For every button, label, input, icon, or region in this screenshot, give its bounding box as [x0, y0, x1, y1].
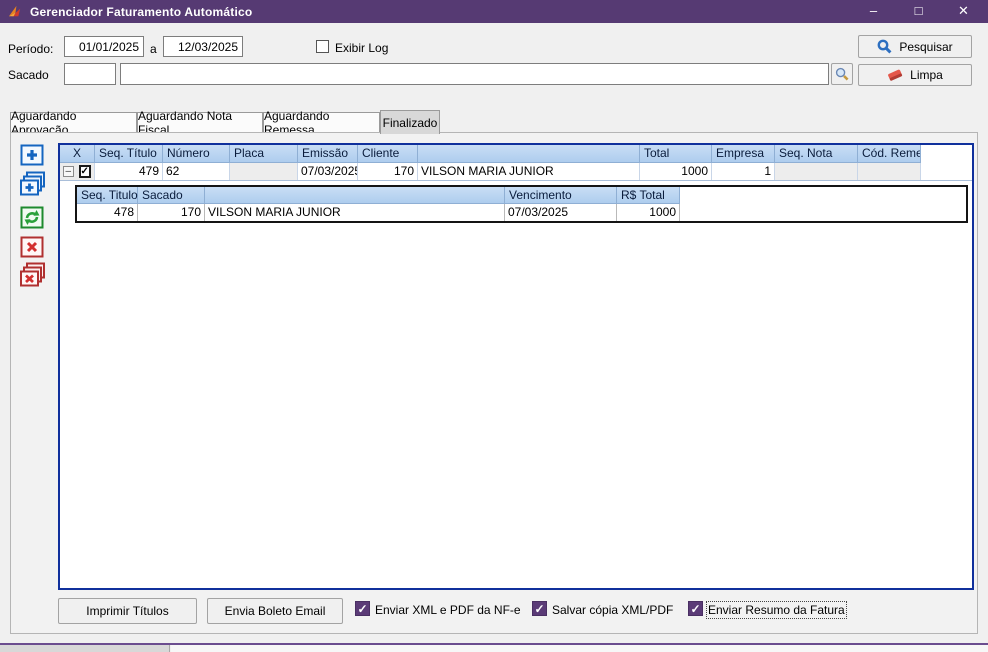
results-grid: X Seq. Título Número Placa Emissão Clien… [58, 143, 974, 590]
enviar-resumo-checkbox[interactable]: ✓ [688, 601, 703, 616]
detail-row[interactable]: 478 170 VILSON MARIA JUNIOR 07/03/2025 1… [77, 204, 966, 221]
detail-cell-vencimento[interactable]: 07/03/2025 [505, 204, 617, 221]
header-seq-nota[interactable]: Seq. Nota [775, 145, 858, 163]
detail-cell-rs-total[interactable]: 1000 [617, 204, 680, 221]
header-numero[interactable]: Número [163, 145, 230, 163]
header-empresa[interactable]: Empresa [712, 145, 775, 163]
detail-header-row: Seq. Titulo Sacado Vencimento R$ Total [77, 187, 966, 204]
statusbar-right-panel [171, 645, 988, 652]
detail-header-vencimento[interactable]: Vencimento [505, 187, 617, 204]
tab-aguardando-aprovacao[interactable]: Aguardando Aprovação [10, 109, 137, 137]
enviar-resumo-label: Enviar Resumo da Fatura [706, 601, 847, 619]
header-cliente-nome[interactable] [418, 145, 640, 163]
cell-emissao[interactable]: 07/03/2025 [298, 163, 358, 180]
period-from-input[interactable] [64, 36, 144, 57]
eraser-icon [888, 69, 903, 81]
detail-header-sacado-nome[interactable] [205, 187, 505, 204]
app-logo-icon [8, 5, 21, 17]
tab-aguardando-remessa[interactable]: Aguardando Remessa [263, 109, 380, 137]
search-icon [877, 39, 892, 54]
detail-header-rs-total[interactable]: R$ Total [617, 187, 680, 204]
application-window: Gerenciador Faturamento Automático – □ ✕… [0, 0, 988, 652]
salvar-copia-label: Salvar cópia XML/PDF [552, 603, 674, 617]
window-title: Gerenciador Faturamento Automático [30, 4, 253, 19]
detail-cell-seq-titulo[interactable]: 478 [77, 204, 138, 221]
sacado-code-input[interactable] [64, 63, 116, 85]
tab-aguardando-nota-fiscal[interactable]: Aguardando Nota Fiscal [137, 109, 263, 137]
exibir-log-checkbox[interactable] [316, 40, 329, 53]
row-checkbox[interactable]: ✓ [78, 165, 91, 178]
salvar-copia-checkbox[interactable]: ✓ [532, 601, 547, 616]
period-label: Período: [8, 42, 54, 56]
pesquisar-button[interactable]: Pesquisar [858, 35, 972, 58]
cell-cod-remessa[interactable] [858, 163, 921, 180]
header-placa[interactable]: Placa [230, 145, 298, 163]
enviar-xml-pdf-label: Enviar XML e PDF da NF-e [375, 603, 521, 617]
refresh-icon[interactable] [18, 203, 46, 231]
sacado-label: Sacado [8, 68, 49, 82]
header-cliente[interactable]: Cliente [358, 145, 418, 163]
collapse-row-icon[interactable]: – [63, 166, 74, 177]
minimize-button[interactable]: – [851, 0, 896, 23]
cell-empresa[interactable]: 1 [712, 163, 775, 180]
pesquisar-label: Pesquisar [899, 39, 953, 54]
delete-record-icon[interactable] [18, 233, 46, 261]
cell-total[interactable]: 1000 [640, 163, 712, 180]
envia-boleto-email-button[interactable]: Envia Boleto Email [207, 598, 343, 624]
tab-finalizado[interactable]: Finalizado [380, 110, 440, 134]
row-select-cell: – ✓ [60, 163, 95, 180]
header-emissao[interactable]: Emissão [298, 145, 358, 163]
detail-header-sacado[interactable]: Sacado [138, 187, 205, 204]
header-seq-titulo[interactable]: Seq. Título [95, 145, 163, 163]
close-button[interactable]: ✕ [941, 0, 986, 23]
grid-header-row: X Seq. Título Número Placa Emissão Clien… [60, 145, 972, 163]
header-total[interactable]: Total [640, 145, 712, 163]
detail-cell-sacado[interactable]: 170 [138, 204, 205, 221]
enviar-xml-pdf-checkbox[interactable]: ✓ [355, 601, 370, 616]
statusbar-left-panel [0, 645, 170, 652]
detail-cell-sacado-nome[interactable]: VILSON MARIA JUNIOR [205, 204, 505, 221]
header-cod-remessa[interactable]: Cód. Remessa [858, 145, 921, 163]
limpa-button[interactable]: Limpa [858, 64, 972, 86]
lookup-magnifier-icon [835, 67, 849, 81]
maximize-button[interactable]: □ [896, 0, 941, 23]
sacado-name-input[interactable] [120, 63, 829, 85]
exibir-log-label: Exibir Log [335, 41, 389, 55]
header-x[interactable]: X [60, 145, 95, 163]
titlebar: Gerenciador Faturamento Automático – □ ✕ [0, 0, 988, 23]
table-row[interactable]: – ✓ 479 62 07/03/2025 170 VILSON MARIA J… [60, 163, 972, 181]
imprimir-titulos-button[interactable]: Imprimir Títulos [58, 598, 197, 624]
cell-cliente-nome[interactable]: VILSON MARIA JUNIOR [418, 163, 640, 180]
cell-numero[interactable]: 62 [163, 163, 230, 180]
add-record-icon[interactable] [18, 141, 46, 169]
detail-grid: Seq. Titulo Sacado Vencimento R$ Total 4… [75, 185, 968, 223]
cell-seq-nota[interactable] [775, 163, 858, 180]
period-between-label: a [150, 42, 157, 56]
limpa-label: Limpa [910, 68, 943, 82]
cell-cliente[interactable]: 170 [358, 163, 418, 180]
cell-seq-titulo[interactable]: 479 [95, 163, 163, 180]
period-to-input[interactable] [163, 36, 243, 57]
delete-multiple-records-icon[interactable] [18, 261, 46, 289]
sacado-lookup-button[interactable] [831, 63, 853, 85]
add-multiple-records-icon[interactable] [18, 170, 46, 198]
cell-placa[interactable] [230, 163, 298, 180]
detail-header-seq-titulo[interactable]: Seq. Titulo [77, 187, 138, 204]
